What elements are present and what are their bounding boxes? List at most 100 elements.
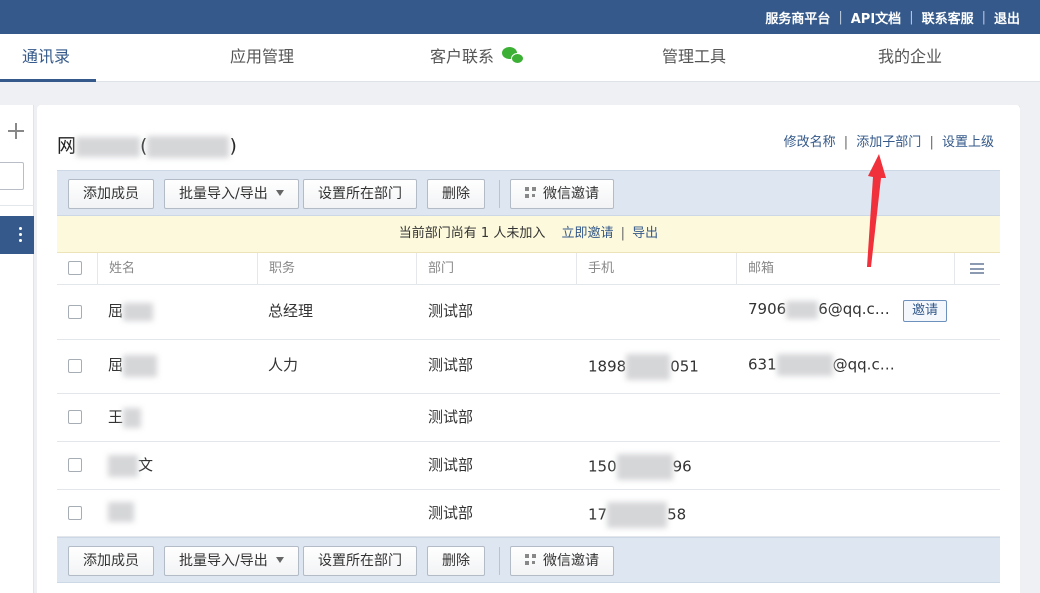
member-department: 测试部	[428, 356, 474, 374]
button-label: 删除	[442, 186, 470, 202]
service-platform-link[interactable]: 服务商平台	[765, 8, 830, 27]
tab-label: 客户联系	[430, 47, 495, 66]
caret-down-icon	[275, 190, 284, 196]
tab-label: 通讯录	[22, 47, 71, 66]
tab-app-management[interactable]: 应用管理	[230, 34, 294, 82]
button-label: 删除	[442, 553, 470, 569]
divider	[499, 180, 500, 208]
separator: |	[909, 9, 914, 25]
row-checkbox[interactable]	[68, 458, 82, 472]
tab-label: 管理工具	[662, 47, 727, 66]
rename-link[interactable]: 修改名称	[784, 135, 836, 150]
name-text: 文	[138, 456, 154, 474]
add-member-button[interactable]: 添加成员	[68, 179, 154, 209]
table-row[interactable]: 屈 人力 测试部 1898 051 631 @qq.c…	[57, 340, 1000, 394]
set-department-button[interactable]: 设置所在部门	[303, 546, 417, 576]
name-text: 王	[108, 408, 124, 426]
set-parent-link[interactable]: 设置上级	[942, 135, 994, 150]
export-link[interactable]: 导出	[632, 226, 658, 241]
contact-support-link[interactable]: 联系客服	[922, 8, 974, 27]
wechat-invite-button[interactable]: 微信邀请	[510, 546, 614, 576]
redacted-text	[616, 454, 673, 480]
annotation-arrow-icon	[867, 154, 886, 267]
delete-button[interactable]: 删除	[427, 546, 485, 576]
button-label: 批量导入/导出	[179, 553, 268, 569]
wechat-invite-button[interactable]: 微信邀请	[510, 179, 614, 209]
tab-management-tools[interactable]: 管理工具	[662, 34, 726, 82]
table-row[interactable]: 王 测试部	[57, 394, 1000, 442]
top-links: 服务商平台 | API文档 | 联系客服 | 退出	[765, 0, 1020, 34]
row-checkbox[interactable]	[68, 305, 82, 319]
member-department: 测试部	[428, 456, 474, 474]
add-member-button[interactable]: 添加成员	[68, 546, 154, 576]
set-department-button[interactable]: 设置所在部门	[303, 179, 417, 209]
department-actions: 修改名称 | 添加子部门 | 设置上级	[784, 131, 994, 150]
redacted-text	[123, 354, 158, 377]
api-docs-link[interactable]: API文档	[851, 8, 901, 27]
name-text: 屈	[108, 356, 124, 374]
column-header-department[interactable]: 部门	[416, 253, 454, 284]
table-row[interactable]: 测试部 17 58	[57, 490, 1000, 537]
column-header-phone[interactable]: 手机	[576, 253, 614, 284]
import-export-button[interactable]: 批量导入/导出	[164, 179, 299, 209]
qr-code-icon	[525, 187, 537, 199]
member-phone: 17 58	[588, 502, 686, 528]
button-label: 批量导入/导出	[179, 186, 268, 202]
phone-text: 051	[670, 357, 699, 376]
add-subdepartment-link[interactable]: 添加子部门	[856, 135, 921, 150]
wechat-icon	[502, 47, 526, 65]
tab-my-enterprise[interactable]: 我的企业	[878, 34, 942, 82]
separator: |	[981, 9, 986, 25]
invite-button[interactable]: 邀请	[903, 300, 948, 322]
button-label: 微信邀请	[543, 186, 599, 202]
redacted-text	[147, 135, 230, 158]
redacted-text	[76, 136, 141, 157]
button-label: 设置所在部门	[318, 186, 402, 202]
department-search-input[interactable]	[0, 162, 24, 190]
main-nav: 通讯录 应用管理 客户联系 管理工具 我的企业	[0, 34, 1040, 82]
row-checkbox[interactable]	[68, 506, 82, 520]
sidebar-item-selected-department[interactable]	[0, 216, 34, 254]
member-department: 测试部	[428, 302, 474, 320]
table-row[interactable]: 文 测试部 150 96	[57, 442, 1000, 490]
tab-label: 应用管理	[230, 47, 295, 66]
delete-button[interactable]: 删除	[427, 179, 485, 209]
column-header-email[interactable]: 邮箱	[736, 253, 774, 284]
redacted-text	[108, 454, 138, 477]
phone-text: 1898	[588, 357, 627, 376]
tab-customer-contact[interactable]: 客户联系	[430, 34, 526, 82]
add-department-icon[interactable]	[8, 123, 24, 139]
more-options-icon[interactable]	[19, 227, 22, 243]
row-checkbox[interactable]	[68, 410, 82, 424]
column-header-title[interactable]: 职务	[257, 253, 295, 284]
import-export-button[interactable]: 批量导入/导出	[164, 546, 299, 576]
separator: |	[620, 226, 626, 241]
table-row[interactable]: 屈 总经理 测试部 7906 6@qq.c… 邀请	[57, 285, 1000, 340]
phone-text: 96	[672, 457, 692, 476]
member-name: 屈	[108, 354, 158, 377]
redacted-text	[776, 354, 833, 376]
row-checkbox[interactable]	[68, 359, 82, 373]
tab-contacts[interactable]: 通讯录	[0, 34, 97, 82]
email-text: 6@qq.c…	[818, 300, 890, 318]
qr-code-icon	[525, 554, 537, 566]
column-settings-icon[interactable]	[970, 263, 984, 274]
invite-now-link[interactable]: 立即邀请	[561, 226, 613, 241]
member-department: 测试部	[428, 408, 474, 426]
member-department: 测试部	[428, 504, 474, 522]
notice-text: 当前部门尚有 1 人未加入	[398, 226, 546, 241]
department-title: 网 ()	[57, 131, 237, 158]
logout-link[interactable]: 退出	[994, 8, 1020, 27]
separator: |	[843, 135, 849, 150]
select-all-checkbox[interactable]	[68, 261, 82, 275]
divider	[0, 205, 34, 206]
name-text: 屈	[108, 302, 124, 320]
caret-down-icon	[275, 557, 284, 563]
divider	[499, 547, 500, 575]
member-name: 屈	[108, 300, 154, 321]
redacted-text	[786, 300, 819, 319]
member-title: 人力	[268, 356, 299, 374]
member-phone: 150 96	[588, 454, 692, 480]
column-header-name[interactable]: 姓名	[97, 253, 135, 284]
member-phone: 1898 051	[588, 354, 699, 380]
